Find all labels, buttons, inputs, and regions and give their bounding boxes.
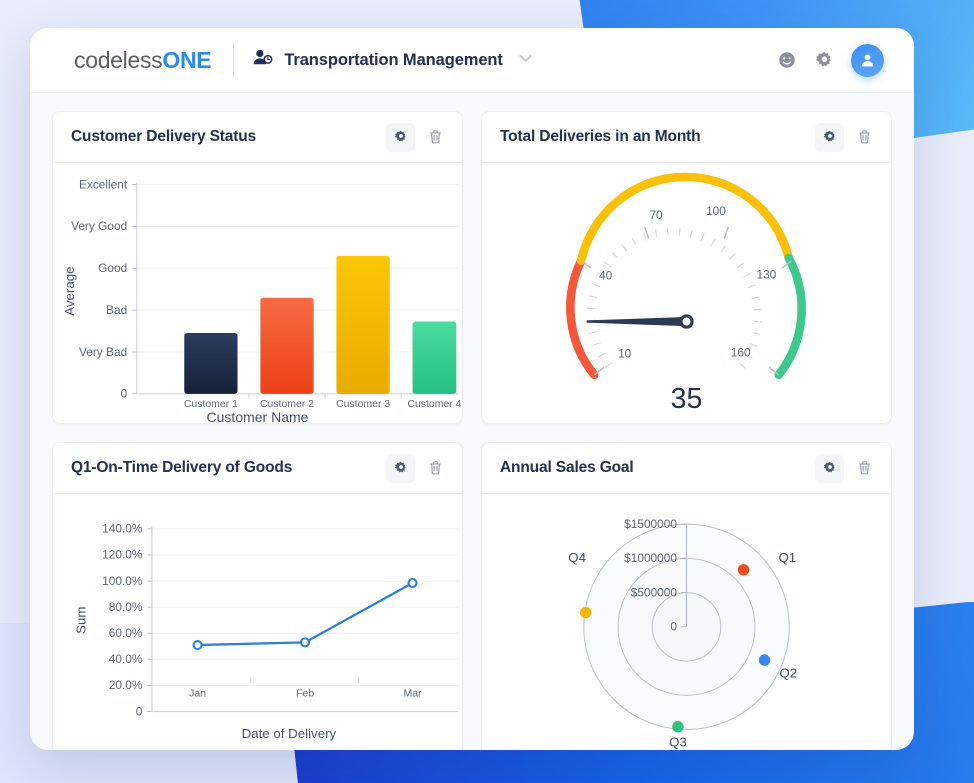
app-root: codelessONE Transportation Management Cu… bbox=[0, 0, 974, 783]
x-tick-feb: Feb bbox=[296, 688, 314, 699]
card-q1-ontime-delivery: Q1-On-Time Delivery of Goods 140.0% 120.… bbox=[52, 442, 463, 750]
card-delete-trash-icon[interactable] bbox=[851, 123, 877, 152]
x-tick-mar: Mar bbox=[404, 688, 423, 699]
y-tick-bad: Bad bbox=[106, 303, 127, 317]
ring-label-0: 0 bbox=[670, 620, 677, 634]
gauge-chart: 10 40 70 100 130 160 35 bbox=[566, 172, 806, 415]
bar-customer-3[interactable] bbox=[336, 255, 390, 394]
polar-point-q1[interactable] bbox=[737, 564, 750, 576]
card-actions bbox=[815, 453, 877, 483]
polar-point-q3[interactable] bbox=[672, 721, 684, 733]
polar-axis-label-q4: Q4 bbox=[568, 550, 586, 565]
card-header: Annual Sales Goal bbox=[482, 443, 891, 494]
y-tick-120: 120.0% bbox=[102, 548, 143, 562]
x-tick-jan: Jan bbox=[189, 688, 206, 699]
y-tick-0: 0 bbox=[136, 704, 143, 718]
card-body-gauge-chart: 10 40 70 100 130 160 35 bbox=[482, 163, 891, 423]
card-actions bbox=[386, 453, 448, 483]
smiley-icon[interactable] bbox=[777, 50, 797, 70]
polar-axis-label-q1: Q1 bbox=[778, 550, 796, 565]
gauge-tick-160: 160 bbox=[731, 346, 751, 360]
gauge-tick-40: 40 bbox=[599, 269, 613, 283]
line-series bbox=[197, 582, 414, 647]
y-tick-excellent: Excellent bbox=[79, 177, 128, 191]
card-header: Total Deliveries in an Month bbox=[482, 112, 891, 163]
gauge-value: 35 bbox=[671, 383, 703, 415]
card-annual-sales-goal: Annual Sales Goal $1500000 $1000000 $500… bbox=[481, 442, 892, 750]
card-settings-gear-icon[interactable] bbox=[386, 453, 415, 483]
ring-label-1500000: $1500000 bbox=[624, 517, 677, 531]
y-tick-zero: 0 bbox=[121, 387, 128, 401]
bar-customer-2[interactable] bbox=[260, 297, 314, 394]
y-tick-20: 20.0% bbox=[109, 678, 143, 692]
chevron-down-icon[interactable] bbox=[519, 54, 532, 66]
dashboard-grid: Customer Delivery Status Excellent Very … bbox=[30, 93, 914, 750]
polar-point-q4[interactable] bbox=[579, 606, 592, 619]
card-title: Total Deliveries in an Month bbox=[500, 128, 701, 145]
card-body-bar-chart: Excellent Very Good Good Bad Very Bad 0 … bbox=[53, 163, 462, 423]
card-title: Customer Delivery Status bbox=[71, 128, 257, 145]
y-axis-title: Average bbox=[62, 266, 77, 315]
line-point-jan[interactable] bbox=[192, 639, 203, 651]
y-tick-40: 40.0% bbox=[109, 652, 143, 666]
card-body-line-chart: 140.0% 120.0% 100.0% 80.0% 60.0% 40.0% 2… bbox=[53, 494, 462, 750]
polar-axis-label-q3: Q3 bbox=[669, 735, 687, 750]
user-clock-icon bbox=[252, 49, 274, 72]
brand-logo-part1: codeless bbox=[74, 46, 163, 73]
gauge-tick-130: 130 bbox=[756, 268, 776, 282]
app-title-group[interactable]: Transportation Management bbox=[252, 49, 532, 72]
card-header: Q1-On-Time Delivery of Goods bbox=[53, 443, 462, 494]
card-total-deliveries: Total Deliveries in an Month 10 40 70 10… bbox=[481, 111, 892, 424]
card-settings-gear-icon[interactable] bbox=[815, 122, 844, 152]
brand-logo[interactable]: codelessONE bbox=[74, 46, 212, 74]
app-window: codelessONE Transportation Management Cu… bbox=[30, 28, 914, 750]
bar-customer-1[interactable] bbox=[184, 332, 238, 394]
card-body-polar-chart: $1500000 $1000000 $500000 0 Q1 Q2 Q3 Q4 bbox=[482, 494, 891, 750]
app-header: codelessONE Transportation Management bbox=[30, 28, 914, 93]
y-tick-very-bad: Very Bad bbox=[79, 345, 127, 359]
brand-logo-part2: ONE bbox=[162, 46, 212, 73]
gauge-tick-10: 10 bbox=[618, 347, 632, 361]
card-title: Annual Sales Goal bbox=[500, 459, 634, 476]
card-customer-delivery-status: Customer Delivery Status Excellent Very … bbox=[52, 111, 463, 424]
y-tick-80: 80.0% bbox=[109, 600, 143, 614]
y-tick-good: Good bbox=[98, 261, 127, 275]
card-header: Customer Delivery Status bbox=[53, 112, 462, 163]
gauge-tick-70: 70 bbox=[649, 208, 663, 222]
x-axis-title: Date of Delivery bbox=[242, 726, 337, 741]
card-delete-trash-icon[interactable] bbox=[422, 454, 448, 483]
y-tick-140: 140.0% bbox=[102, 522, 143, 536]
app-title: Transportation Management bbox=[284, 50, 503, 69]
polar-axis-label-q2: Q2 bbox=[779, 665, 797, 680]
bar-chart: Excellent Very Good Good Bad Very Bad 0 … bbox=[62, 177, 462, 410]
card-delete-trash-icon[interactable] bbox=[422, 123, 448, 152]
x-axis-title: Customer Name bbox=[206, 409, 309, 424]
polar-chart: $1500000 $1000000 $500000 0 Q1 Q2 Q3 Q4 bbox=[568, 517, 797, 750]
line-point-mar[interactable] bbox=[407, 577, 418, 589]
y-axis-title: Sum bbox=[73, 607, 88, 634]
line-point-feb[interactable] bbox=[300, 637, 311, 648]
polar-point-q2[interactable] bbox=[758, 654, 771, 666]
line-chart: 140.0% 120.0% 100.0% 80.0% 60.0% 40.0% 2… bbox=[73, 522, 459, 741]
card-actions bbox=[386, 122, 448, 152]
ring-label-1000000: $1000000 bbox=[624, 551, 677, 565]
header-actions bbox=[777, 43, 892, 77]
header-divider bbox=[233, 43, 235, 77]
gauge-tick-100: 100 bbox=[706, 204, 726, 218]
card-actions bbox=[815, 122, 877, 152]
card-title: Q1-On-Time Delivery of Goods bbox=[71, 459, 293, 476]
ring-label-500000: $500000 bbox=[631, 585, 678, 599]
card-settings-gear-icon[interactable] bbox=[815, 453, 844, 483]
gauge-hub-inner bbox=[682, 317, 691, 326]
bar-customer-4[interactable] bbox=[412, 321, 457, 394]
card-delete-trash-icon[interactable] bbox=[851, 454, 877, 483]
y-tick-very-good: Very Good bbox=[71, 219, 127, 233]
avatar[interactable] bbox=[851, 43, 884, 77]
gauge-needle bbox=[586, 316, 687, 327]
card-settings-gear-icon[interactable] bbox=[386, 122, 415, 152]
y-tick-100: 100.0% bbox=[102, 574, 143, 588]
y-tick-60: 60.0% bbox=[109, 626, 143, 640]
gear-icon[interactable] bbox=[814, 50, 834, 70]
